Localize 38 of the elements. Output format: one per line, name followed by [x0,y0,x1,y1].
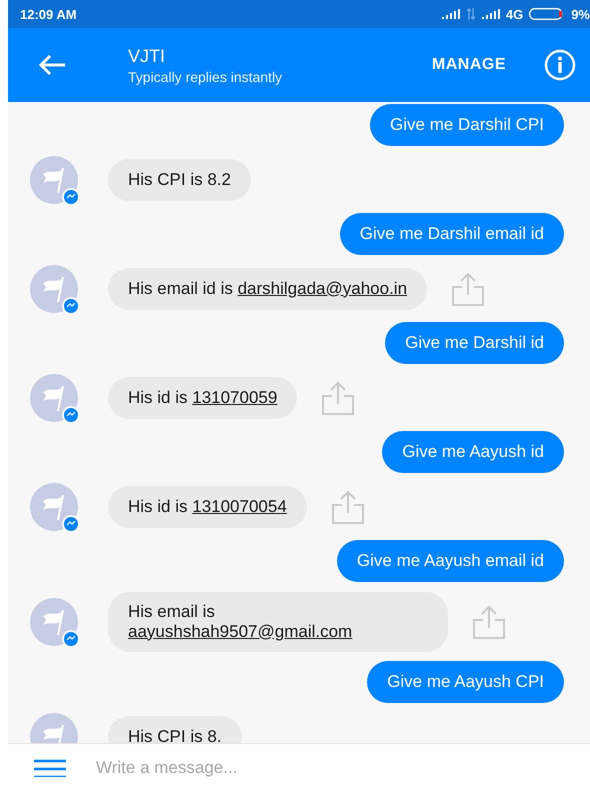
menu-icon[interactable] [34,758,66,776]
battery-icon [529,8,566,20]
battery-level: 9% [571,6,590,22]
received-message: His id is 1310070054 [108,486,307,528]
share-button[interactable] [451,270,486,306]
back-button[interactable] [38,54,66,76]
sent-message: Give me Aayush CPI [367,661,564,703]
sent-message: Give me Darshil id [385,322,564,364]
network-type: 4G [506,6,524,22]
sent-message: Give me Darshil CPI [370,104,564,146]
sent-message: Give me Darshil email id [340,213,564,255]
received-message: His CPI is 8. [108,716,242,743]
received-message: His id is 131070059 [108,376,298,418]
signal-icon [482,9,500,19]
sent-message: Give me Aayush email id [336,540,564,582]
signal-icon [442,9,460,19]
chat-subtitle: Typically replies instantly [128,68,282,84]
avatar [30,374,78,422]
avatar [30,264,78,312]
status-time: 12:09 AM [20,6,77,22]
avatar [30,482,78,530]
received-message: His email id is darshilgada@yahoo.in [108,268,428,310]
message-link[interactable]: 131070059 [192,388,278,406]
message-link[interactable]: aayushshah9507@gmail.com [128,622,352,640]
avatar [30,598,78,646]
data-arrows-icon [466,8,476,20]
manage-button[interactable]: MANAGE [428,52,510,78]
share-button[interactable] [330,488,365,524]
received-message: His email is aayushshah9507@gmail.com [108,592,448,652]
avatar [30,156,78,204]
message-link[interactable]: darshilgada@yahoo.in [238,278,408,298]
received-message: His CPI is 8.2 [108,158,251,200]
chat-title: VJTI [128,46,166,66]
info-button[interactable] [544,49,576,81]
sent-message: Give me Aayush id [382,431,564,473]
share-button[interactable] [321,380,356,416]
message-link[interactable]: 1310070054 [192,496,287,516]
share-button[interactable] [472,604,506,640]
